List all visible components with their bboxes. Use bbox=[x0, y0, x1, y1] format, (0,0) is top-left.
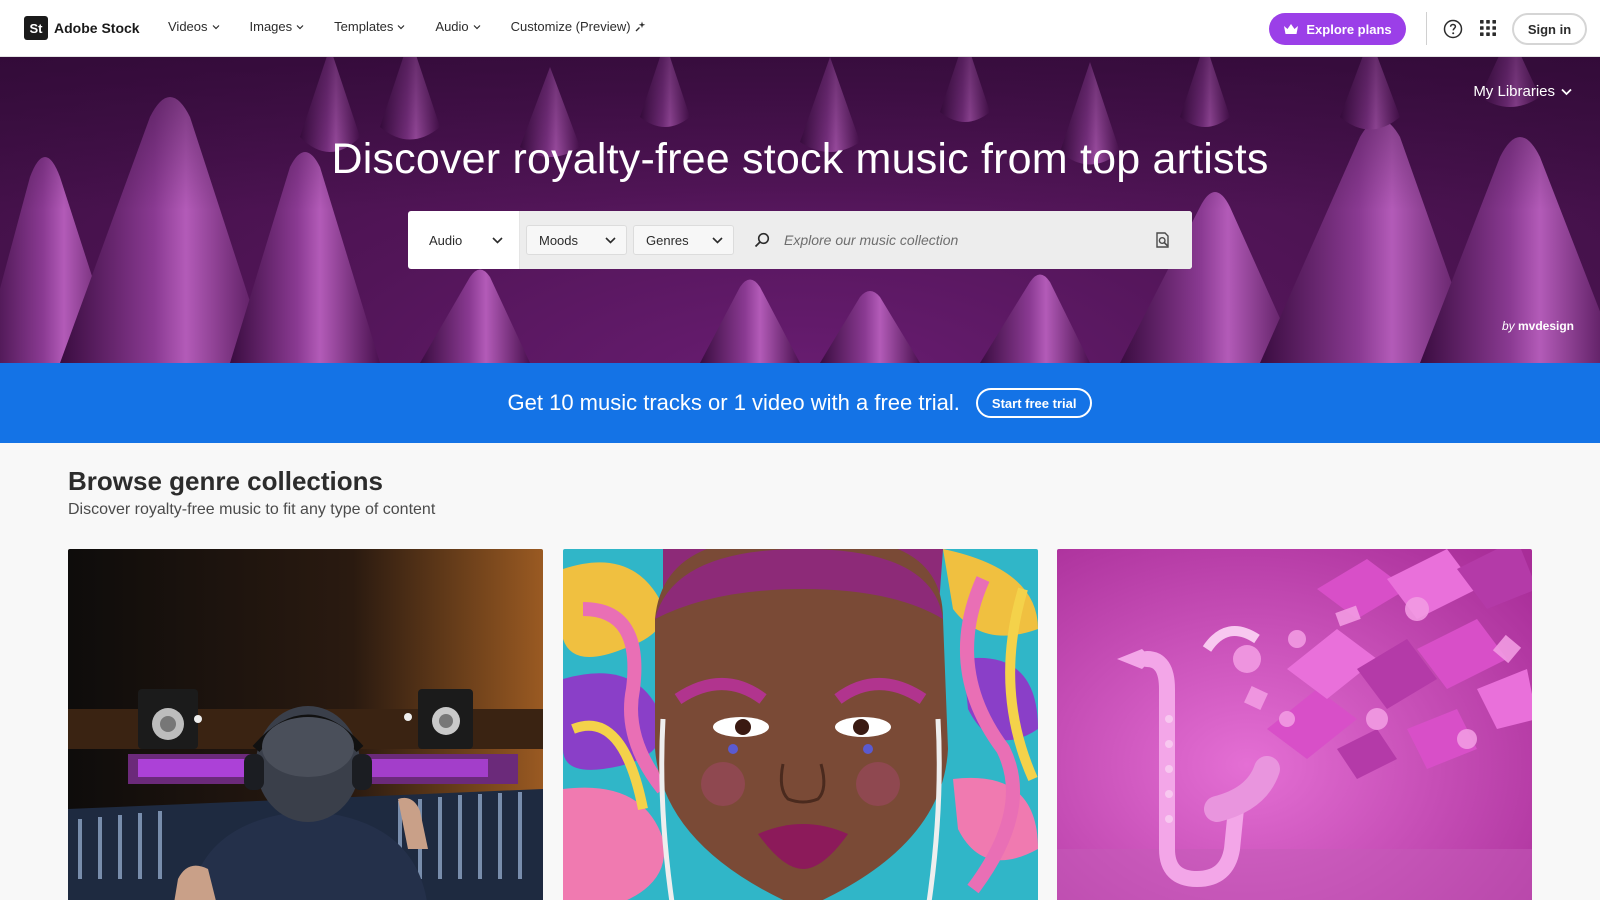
search-input[interactable] bbox=[784, 232, 1154, 248]
genre-card-illustration[interactable] bbox=[563, 549, 1038, 900]
moods-dropdown[interactable]: Moods bbox=[526, 225, 627, 255]
chevron-down-icon bbox=[712, 236, 723, 244]
adobe-stock-logo[interactable]: St Adobe Stock bbox=[24, 16, 140, 40]
nav-images[interactable]: Images bbox=[250, 19, 305, 34]
genre-card-studio[interactable] bbox=[68, 549, 543, 900]
credit-by: by bbox=[1501, 319, 1515, 333]
explore-plans-label: Explore plans bbox=[1306, 21, 1392, 37]
my-libraries-dropdown[interactable]: My Libraries bbox=[1473, 83, 1572, 100]
chevron-down-icon bbox=[605, 236, 616, 244]
header-divider bbox=[1426, 12, 1427, 45]
crown-icon bbox=[1284, 24, 1299, 34]
browse-section-subtitle: Discover royalty-free music to fit any t… bbox=[68, 501, 436, 518]
logo-text: Adobe Stock bbox=[54, 20, 140, 36]
moods-label: Moods bbox=[539, 232, 579, 248]
chevron-down-icon bbox=[492, 236, 503, 244]
nav-label: Customize (Preview) bbox=[510, 19, 631, 34]
chevron-down-icon bbox=[296, 24, 304, 29]
chevron-down-icon bbox=[1561, 88, 1572, 95]
start-free-trial-button[interactable]: Start free trial bbox=[975, 388, 1093, 418]
my-libraries-label: My Libraries bbox=[1473, 83, 1555, 100]
nav-label: Audio bbox=[435, 19, 469, 34]
genres-label: Genres bbox=[646, 232, 689, 248]
free-trial-banner: Get 10 music tracks or 1 video with a fr… bbox=[0, 363, 1600, 443]
studio-engineer-image bbox=[68, 549, 543, 900]
nav-templates[interactable]: Templates bbox=[334, 19, 405, 34]
nav-label: Images bbox=[249, 19, 293, 34]
credit-artist-link[interactable]: mvdesign bbox=[1518, 319, 1574, 333]
chevron-down-icon bbox=[212, 24, 219, 29]
chevron-down-icon bbox=[397, 24, 405, 29]
top-header: St Adobe Stock Videos Images Templates A… bbox=[0, 0, 1600, 57]
search-icon bbox=[754, 232, 770, 248]
help-icon[interactable] bbox=[1443, 19, 1463, 39]
image-credit: by mvdesign bbox=[1502, 319, 1574, 333]
sparkle-icon bbox=[635, 21, 645, 32]
trial-text: Get 10 music tracks or 1 video with a fr… bbox=[507, 390, 960, 415]
nav-customize[interactable]: Customize (Preview) bbox=[511, 19, 646, 34]
browse-section-title: Browse genre collections bbox=[68, 466, 383, 496]
visual-search-icon[interactable] bbox=[1154, 231, 1172, 249]
app-grid-icon[interactable] bbox=[1479, 19, 1497, 37]
nav-videos[interactable]: Videos bbox=[168, 19, 220, 34]
stock-logo-icon: St bbox=[24, 16, 48, 40]
content-type-select[interactable]: Audio bbox=[408, 211, 520, 269]
nav-label: Templates bbox=[334, 19, 394, 34]
nav-audio[interactable]: Audio bbox=[435, 19, 481, 34]
hero-banner: My Libraries Discover royalty-free stock… bbox=[0, 57, 1600, 363]
explore-plans-button[interactable]: Explore plans bbox=[1269, 13, 1406, 45]
hero-background-image bbox=[0, 57, 1600, 363]
genre-card-saxophone[interactable] bbox=[1057, 549, 1532, 900]
hero-title: Discover royalty-free stock music from t… bbox=[331, 135, 1269, 183]
nav-label: Videos bbox=[168, 19, 208, 34]
search-bar: Audio Moods Genres bbox=[408, 211, 1192, 269]
sign-in-button[interactable]: Sign in bbox=[1512, 13, 1587, 45]
search-field-group: Moods Genres bbox=[520, 211, 1192, 269]
content-type-value: Audio bbox=[429, 232, 463, 248]
main-nav: Videos Images Templates Audio Customize … bbox=[168, 19, 676, 34]
pink-saxophone-image bbox=[1057, 549, 1532, 900]
chevron-down-icon bbox=[473, 24, 481, 29]
genres-dropdown[interactable]: Genres bbox=[633, 225, 734, 255]
illustrated-face-image bbox=[563, 549, 1038, 900]
